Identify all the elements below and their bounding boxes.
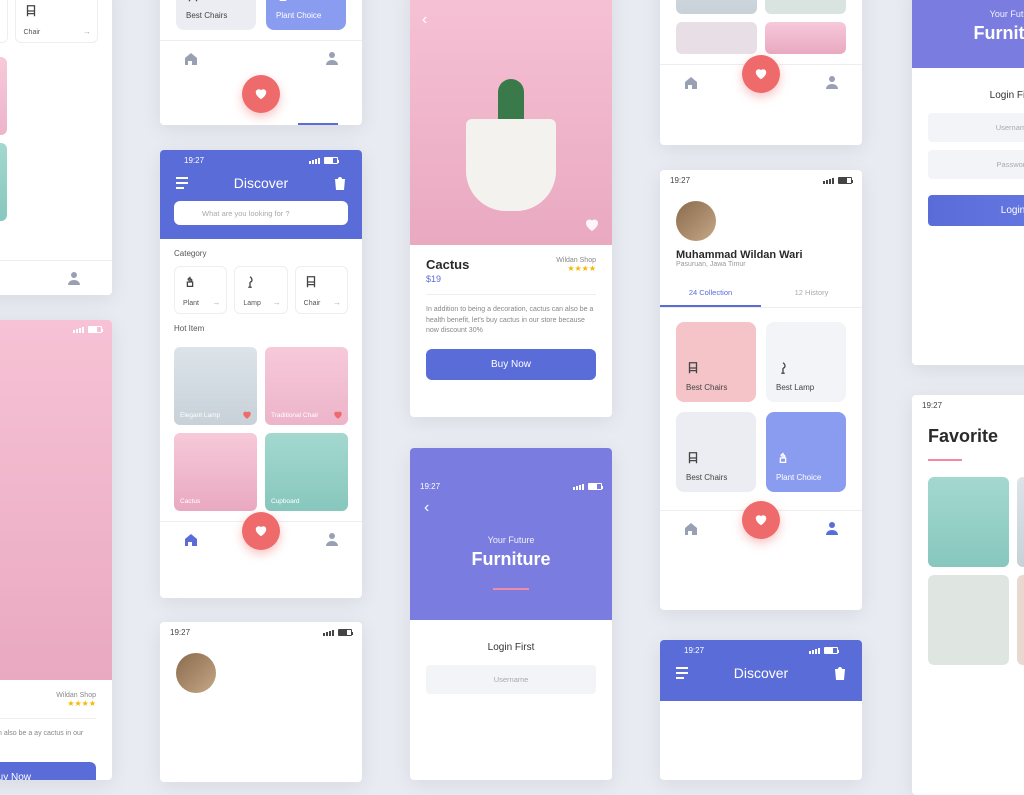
favorite-thumb[interactable] <box>676 22 757 54</box>
tab-collection[interactable]: 24 Collection <box>660 280 761 307</box>
hot-item-thumb[interactable]: Traditional Chair <box>0 57 7 135</box>
collection-card[interactable]: Best Chairs <box>176 0 256 30</box>
chair-icon <box>686 361 700 375</box>
search-placeholder: What are you looking for ? <box>202 209 290 218</box>
favorite-screen: 19:27 Favorite <box>912 395 1024 795</box>
status-time: 19:27 <box>184 156 204 165</box>
category-card[interactable]: Lamp→ <box>234 266 287 314</box>
favorite-thumb[interactable] <box>928 575 1009 665</box>
collection-card[interactable]: Best Chairs <box>676 412 756 492</box>
lamp-icon <box>776 361 790 375</box>
category-label: Category <box>174 249 348 258</box>
buy-now-button[interactable]: Buy Now <box>0 762 96 780</box>
collection-card[interactable]: Best Chairs <box>676 322 756 402</box>
fab-favorite[interactable] <box>242 512 280 550</box>
profile-nav-icon[interactable] <box>67 271 81 285</box>
avatar[interactable] <box>176 653 216 693</box>
profile-nav-icon[interactable] <box>825 521 839 535</box>
shop-name: Wildan Shop <box>556 257 596 264</box>
discover-title: Discover <box>234 175 288 191</box>
home-nav-icon[interactable] <box>183 532 197 546</box>
collection-card[interactable]: Plant Choice <box>766 412 846 492</box>
profile-location: Pasuruan, Jawa Timur <box>660 261 862 268</box>
bag-icon[interactable] <box>332 175 348 191</box>
home-nav-icon[interactable] <box>683 521 697 535</box>
buy-now-button[interactable]: Buy Now <box>426 349 596 380</box>
partial-discover-left: Lamp→ Chair→ Traditional Chair Cupboard <box>0 0 112 295</box>
profile-nav-icon[interactable] <box>325 532 339 546</box>
profile-screen-partial: 19:27 <box>160 622 362 782</box>
menu-icon[interactable] <box>174 177 190 189</box>
collections-screen-partial: Best Chairs Plant Choice <box>160 0 362 125</box>
home-nav-icon[interactable] <box>183 51 197 65</box>
hot-item-thumb[interactable]: Traditional Chair <box>265 347 348 425</box>
back-button[interactable]: ‹ <box>410 499 612 517</box>
username-input[interactable]: Username <box>426 665 596 694</box>
product-image <box>466 79 556 211</box>
rating-stars: ★★★★ <box>556 264 596 273</box>
login-screen-right: Your Future Furniture Login First Userna… <box>912 0 1024 365</box>
category-card[interactable]: Lamp→ <box>0 0 8 43</box>
product-description: In addition to being a decoration, cactu… <box>426 305 596 337</box>
home-nav-icon[interactable] <box>683 75 697 89</box>
profile-screen: 19:27 Muhammad Wildan Wari Pasuruan, Jaw… <box>660 170 862 610</box>
favorite-thumb[interactable] <box>1017 575 1024 665</box>
category-name: Chair <box>24 29 90 36</box>
hot-item-thumb[interactable]: Cactus <box>174 433 257 511</box>
category-card[interactable]: Chair→ <box>295 266 348 314</box>
tab-history[interactable]: 12 History <box>761 280 862 307</box>
favorite-thumb[interactable] <box>676 0 757 14</box>
discover-screen: 19:27 Discover What are you looking for … <box>160 150 362 598</box>
avatar[interactable] <box>676 201 716 241</box>
product-detail-screen: 19:27 ‹ Cactus $19 Wildan Shop ★★★★ In a… <box>410 0 612 417</box>
fab-favorite[interactable] <box>742 501 780 539</box>
fab-favorite[interactable] <box>742 55 780 93</box>
search-input[interactable]: What are you looking for ? <box>174 201 348 225</box>
password-input[interactable]: Password <box>928 150 1024 179</box>
discover-header-partial: 19:27 Discover <box>660 640 862 780</box>
favorite-title: Favorite <box>912 412 1024 451</box>
search-icon <box>184 208 194 218</box>
favorite-screen-partial <box>660 0 862 145</box>
collection-card[interactable]: Plant Choice <box>266 0 346 30</box>
product-price: $19 <box>426 274 469 284</box>
product-name: Cactus <box>426 257 469 272</box>
hot-item-thumb[interactable]: Cupboard <box>0 143 7 221</box>
back-button[interactable]: ‹ <box>422 11 427 29</box>
hot-item-thumb[interactable]: Cupboard <box>265 433 348 511</box>
profile-nav-icon[interactable] <box>325 51 339 65</box>
menu-icon[interactable] <box>674 667 690 679</box>
category-card[interactable]: Plant→ <box>174 266 227 314</box>
bag-icon[interactable] <box>832 665 848 681</box>
divider <box>493 588 529 590</box>
splash-title: Furniture <box>410 549 612 570</box>
status-time: 19:27 <box>670 176 690 185</box>
collection-card[interactable]: Best Lamp <box>766 322 846 402</box>
profile-nav-icon[interactable] <box>825 75 839 89</box>
category-card[interactable]: Chair→ <box>15 0 99 43</box>
hot-item-thumb[interactable]: Elegant Lamp <box>174 347 257 425</box>
fab-favorite[interactable] <box>242 75 280 113</box>
login-heading: Login First <box>426 642 596 653</box>
login-heading: Login First <box>928 90 1024 101</box>
chair-icon <box>686 451 700 465</box>
partial-product-left: Wildan Shop★★★★ a decoration, cactus can… <box>0 320 112 780</box>
login-button[interactable]: Login <box>928 195 1024 226</box>
favorite-thumb[interactable] <box>765 22 846 54</box>
favorite-icon[interactable] <box>584 217 600 233</box>
favorite-thumb[interactable] <box>765 0 846 14</box>
favorite-thumb[interactable] <box>1017 477 1024 567</box>
plant-icon <box>776 451 790 465</box>
username-input[interactable]: Username <box>928 113 1024 142</box>
splash-subtitle: Your Future <box>410 535 612 545</box>
profile-name: Muhammad Wildan Wari <box>660 249 862 261</box>
favorite-thumb[interactable] <box>928 477 1009 567</box>
login-screen: 19:27 ‹ Your Future Furniture Login Firs… <box>410 448 612 780</box>
hot-item-label: Hot Item <box>174 324 348 333</box>
